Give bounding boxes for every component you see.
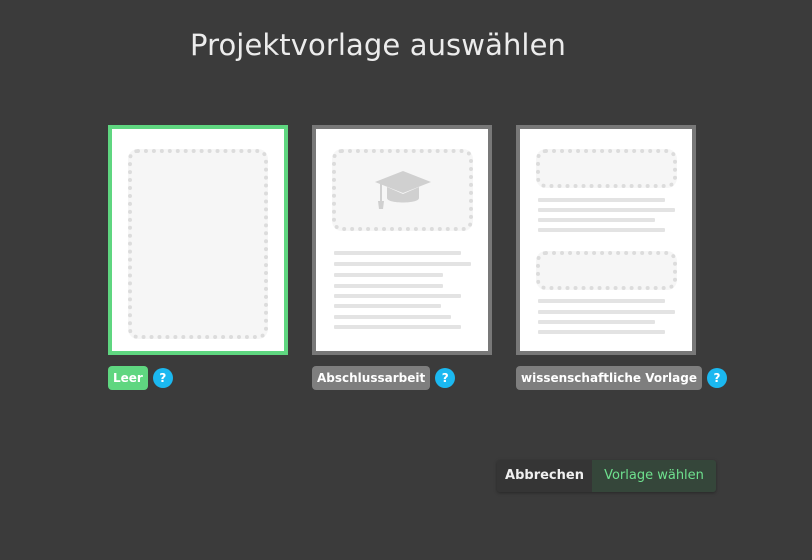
template-label-row-leer: Leer ? bbox=[108, 366, 173, 390]
template-option-abschlussarbeit: Abschlussarbeit ? bbox=[312, 125, 492, 390]
cancel-button[interactable]: Abbrechen bbox=[497, 460, 592, 492]
text-line bbox=[538, 228, 665, 232]
choose-template-button[interactable]: Vorlage wählen bbox=[592, 460, 716, 492]
content-block-placeholder bbox=[536, 251, 677, 290]
text-line bbox=[538, 299, 665, 303]
help-icon[interactable]: ? bbox=[706, 368, 727, 388]
text-line bbox=[538, 330, 665, 334]
template-dialog: Projektvorlage auswählen Leer ? Abschlus… bbox=[0, 0, 812, 560]
template-label-wissenschaftlich[interactable]: wissenschaftliche Vorlage bbox=[516, 366, 702, 390]
template-card-leer[interactable] bbox=[108, 125, 288, 355]
text-line bbox=[334, 315, 451, 319]
template-option-wissenschaftlich: wissenschaftliche Vorlage ? bbox=[516, 125, 727, 390]
text-line bbox=[334, 304, 441, 308]
dialog-footer: Abbrechen Vorlage wählen bbox=[497, 460, 716, 492]
template-card-wissenschaftlich[interactable] bbox=[516, 125, 696, 355]
text-line bbox=[538, 198, 665, 202]
text-line bbox=[538, 208, 675, 212]
template-label-abschlussarbeit[interactable]: Abschlussarbeit bbox=[312, 366, 431, 390]
text-line bbox=[334, 262, 471, 266]
blank-page-placeholder bbox=[128, 149, 268, 339]
dialog-title: Projektvorlage auswählen bbox=[190, 28, 567, 62]
title-image-placeholder bbox=[332, 149, 473, 231]
text-line bbox=[334, 273, 443, 277]
graduation-cap-icon bbox=[375, 171, 431, 209]
text-line bbox=[334, 294, 461, 298]
help-icon[interactable]: ? bbox=[152, 368, 173, 388]
template-card-abschlussarbeit[interactable] bbox=[312, 125, 492, 355]
text-line bbox=[538, 218, 655, 222]
text-line bbox=[334, 284, 443, 288]
help-icon[interactable]: ? bbox=[435, 368, 456, 388]
text-line bbox=[334, 251, 461, 255]
template-option-leer: Leer ? bbox=[108, 125, 288, 390]
template-label-row-abschlussarbeit: Abschlussarbeit ? bbox=[312, 366, 456, 390]
template-label-row-wissenschaftlich: wissenschaftliche Vorlage ? bbox=[516, 366, 727, 390]
text-line bbox=[334, 325, 461, 329]
header-block-placeholder bbox=[536, 149, 677, 188]
template-label-leer[interactable]: Leer bbox=[108, 366, 148, 390]
text-line bbox=[538, 320, 655, 324]
text-line bbox=[538, 310, 675, 314]
